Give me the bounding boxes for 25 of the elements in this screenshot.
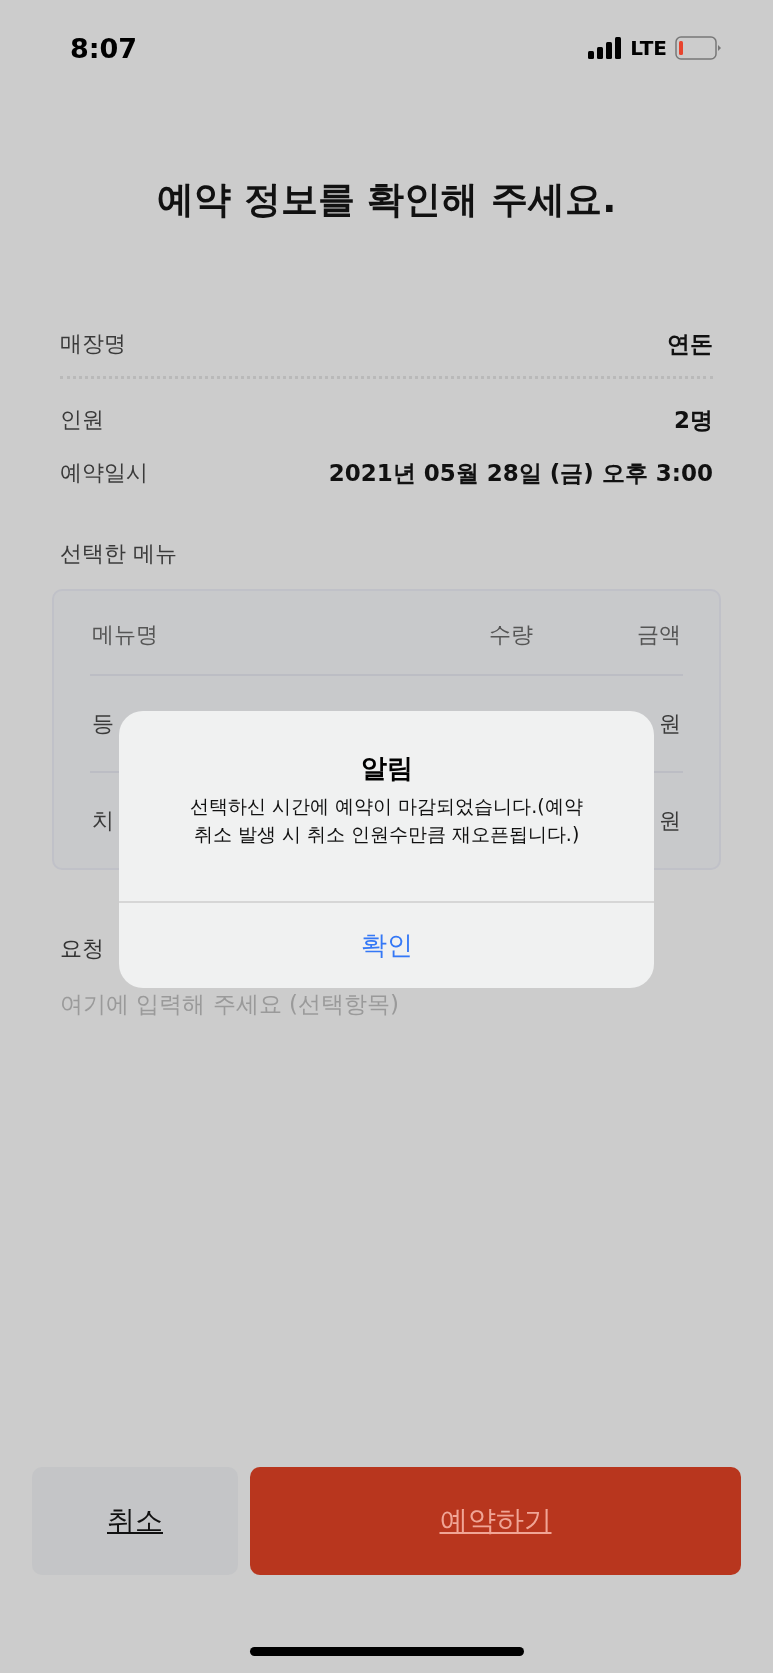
- table-cell-text: 치: [92, 806, 114, 835]
- page-title: 예약 정보를 확인해 주세요.: [155, 177, 618, 223]
- table-cell-text: 등: [92, 709, 114, 738]
- info-value: 2021년 05월 28일 (금) 오후 3:00: [328, 458, 713, 488]
- info-value: 연돈: [667, 329, 713, 359]
- confirm-button[interactable]: 확인: [119, 901, 654, 988]
- request-label: 요청: [60, 935, 104, 963]
- network-label: LTE: [630, 36, 667, 60]
- alert-message: 선택하신 시간에 예약이 마감되었습니다.(예약 취소 발생 시 취소 인원수만큼 재오픈됩니다.): [190, 794, 583, 847]
- column-header: 메뉴명: [92, 621, 159, 649]
- status-time: 8:07: [70, 32, 138, 64]
- info-label: 인원: [60, 406, 104, 434]
- info-value: 2명: [674, 405, 713, 435]
- battery-icon: [675, 36, 721, 60]
- info-label: 예약일시: [60, 459, 148, 487]
- table-cell-text: 원: [659, 806, 681, 835]
- alert-title: 알림: [360, 752, 413, 785]
- reserve-button[interactable]: 예약하기: [250, 1467, 741, 1575]
- section-label: 선택한 메뉴: [60, 540, 178, 568]
- info-label: 매장명: [60, 330, 126, 358]
- signal-icon: [588, 37, 623, 59]
- column-header: 수량: [488, 621, 534, 649]
- cancel-button[interactable]: 취소: [32, 1467, 238, 1575]
- column-header: 금액: [636, 621, 681, 649]
- table-cell-text: 원: [659, 709, 681, 738]
